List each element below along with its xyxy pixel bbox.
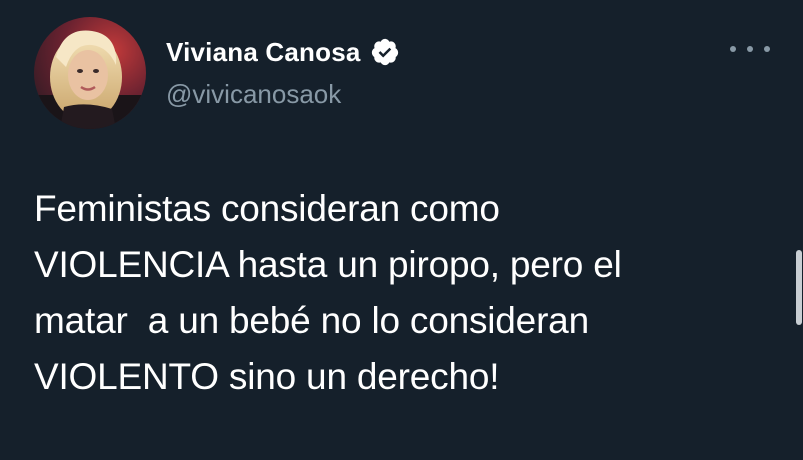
tweet-text: Feministas consideran como VIOLENCIA has…: [34, 181, 779, 405]
profile-photo-icon: [34, 17, 146, 129]
tweet-card: Viviana Canosa @vivicanosaok Feministas …: [0, 0, 803, 460]
tweet-text-line: VIOLENTO sino un derecho!: [34, 356, 500, 397]
more-dot-icon: [747, 46, 753, 52]
tweet-text-line: Feministas consideran como: [34, 188, 500, 229]
more-dot-icon: [764, 46, 770, 52]
more-dot-icon: [730, 46, 736, 52]
scrollbar[interactable]: [794, 0, 803, 460]
more-options-button[interactable]: [730, 38, 770, 60]
avatar[interactable]: [34, 17, 146, 129]
author-handle[interactable]: @vivicanosaok: [166, 76, 400, 112]
name-row: Viviana Canosa: [166, 30, 400, 74]
scrollbar-thumb[interactable]: [796, 250, 802, 325]
author-block: Viviana Canosa @vivicanosaok: [166, 30, 400, 112]
tweet-text-line: VIOLENCIA hasta un piropo, pero el: [34, 244, 622, 285]
tweet-text-line: matar a un bebé no lo consideran: [34, 300, 589, 341]
verified-badge-icon: [370, 37, 400, 67]
author-display-name[interactable]: Viviana Canosa: [166, 37, 361, 68]
